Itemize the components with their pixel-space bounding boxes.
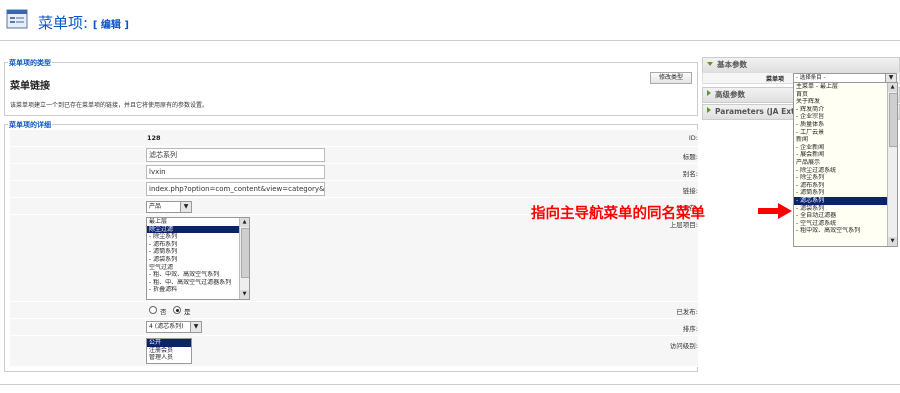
collapsed-arrow-icon	[707, 90, 711, 96]
scroll-up-icon[interactable]: ▲	[240, 218, 249, 227]
list-option[interactable]: - 滤布系列	[147, 241, 239, 249]
menu-select[interactable]: 产品 ▼	[146, 201, 192, 213]
title-row: 标题:	[10, 147, 698, 164]
list-option[interactable]: - 除尘系列	[794, 174, 887, 182]
chevron-down-icon[interactable]: ▼	[180, 202, 191, 212]
scroll-thumb[interactable]	[241, 228, 249, 278]
annotation-text: 指向主导航菜单的同名菜单	[531, 206, 705, 222]
list-option[interactable]: 公开	[147, 339, 191, 347]
list-option[interactable]: 除尘过滤	[147, 225, 239, 234]
list-option[interactable]: 空气过滤	[147, 264, 239, 272]
list-option[interactable]: - 辉发简介	[794, 106, 887, 114]
list-option[interactable]: - 企业宗旨	[794, 113, 887, 121]
published-no-radio[interactable]	[149, 306, 157, 314]
list-option[interactable]: - 滤芯系列	[794, 196, 887, 205]
menu-type-heading: 菜单链接	[10, 81, 50, 92]
id-row: ID:	[10, 130, 698, 147]
list-option[interactable]: - 滤布系列	[794, 182, 887, 190]
chevron-down-icon[interactable]: ▼	[190, 322, 201, 332]
page-title: 菜单项: [ 编辑 ]	[38, 12, 129, 33]
scroll-down-icon[interactable]: ▼	[240, 290, 249, 299]
page-title-text: 菜单项:	[38, 14, 89, 32]
published-row: 已发布:	[10, 302, 698, 319]
scroll-down-icon[interactable]: ▼	[888, 237, 897, 246]
list-option[interactable]: - 滤袋系列	[794, 205, 887, 213]
ja-params-title: Parameters (JA Exte	[715, 107, 800, 116]
scroll-up-icon[interactable]: ▲	[888, 83, 897, 92]
change-type-button[interactable]: 修改类型	[650, 72, 692, 84]
parent-item-listbox[interactable]: ▲ ▼ 最上层 除尘过滤 - 除尘系列 - 滤布系列 - 滤筒系列 - 滤袋系列 空气过滤 -…	[146, 217, 250, 300]
published-no-label: 否	[160, 308, 167, 316]
list-option[interactable]: 注册会员	[147, 347, 191, 355]
id-value: 128	[147, 134, 161, 142]
order-row: 排序:	[10, 319, 698, 336]
list-option[interactable]: - 除尘系列	[147, 233, 239, 241]
list-option[interactable]: - 粗、中、高效空气过滤器系列	[147, 279, 239, 287]
list-option[interactable]: 管理人员	[147, 354, 191, 362]
parent-row: 上层项目:	[10, 215, 698, 302]
dropdown-scrollbar[interactable]: ▲ ▼	[887, 83, 897, 246]
list-option[interactable]: - 粗中效、高效空气系列	[794, 227, 887, 235]
link-label: 链接:	[682, 187, 698, 195]
alias-label: 别名:	[682, 170, 698, 178]
list-option[interactable]: 关于辉发	[794, 98, 887, 106]
list-option[interactable]: - 除尘过滤系统	[794, 167, 887, 175]
scroll-thumb[interactable]	[889, 93, 897, 147]
menu-manager-icon	[6, 9, 28, 29]
order-label: 排序:	[682, 325, 698, 333]
footer-divider	[0, 384, 900, 385]
basic-params-panel-header[interactable]: 基本参数	[702, 57, 900, 73]
chevron-down-icon[interactable]: ▼	[885, 74, 896, 82]
menu-item-select-value: - 选择条目 -	[796, 75, 826, 81]
advanced-params-title: 高级参数	[715, 90, 745, 99]
list-option[interactable]: - 粗、中效、高效空气系列	[147, 271, 239, 279]
page-header: 菜单项: [ 编辑 ]	[0, 0, 900, 41]
list-option[interactable]: 主菜单 - 最上层	[794, 83, 887, 91]
link-input[interactable]: index.php?option=com_content&view=catego…	[146, 182, 325, 196]
list-option[interactable]: - 折叠滤料	[147, 286, 239, 294]
published-label: 已发布:	[676, 308, 698, 316]
list-option[interactable]: - 滤筒系列	[794, 189, 887, 197]
access-label: 访问级别:	[669, 342, 698, 350]
list-option[interactable]: - 滤袋系列	[147, 256, 239, 264]
menu-item-param-label: 菜单项	[766, 76, 785, 83]
alias-row: 别名:	[10, 164, 698, 181]
collapsed-arrow-icon	[707, 107, 711, 113]
list-option[interactable]: 首页	[794, 91, 887, 99]
access-row: 访问级别:	[10, 336, 698, 367]
list-option[interactable]: - 工厂云景	[794, 129, 887, 137]
alias-input[interactable]: lvxin	[146, 165, 325, 179]
list-option[interactable]: 新闻	[794, 136, 887, 144]
published-yes-label: 是	[184, 308, 191, 316]
list-option[interactable]: 产品展示	[794, 159, 887, 167]
access-level-listbox[interactable]: 公开 注册会员 管理人员	[146, 338, 192, 364]
page-subtitle: [ 编辑 ]	[92, 20, 129, 31]
menu-item-dropdown-list[interactable]: ▲ ▼ 主菜单 - 最上层 首页 关于辉发 - 辉发简介 - 企业宗旨 - 质量体系 - 工…	[793, 82, 898, 247]
id-label: ID:	[688, 134, 698, 142]
menu-details-legend: 菜单项的详细	[8, 120, 52, 130]
link-row: 链接:	[10, 181, 698, 198]
order-select-value: 4 (滤芯系列)	[149, 323, 184, 330]
parent-list-scrollbar[interactable]: ▲ ▼	[239, 218, 249, 299]
list-option[interactable]: - 滤筒系列	[147, 248, 239, 256]
basic-params-title: 基本参数	[717, 60, 747, 69]
list-option[interactable]: - 全自动过滤器	[794, 212, 887, 220]
annotation-arrow-icon	[758, 203, 792, 219]
list-option[interactable]: 最上层	[147, 218, 239, 226]
list-option[interactable]: - 展会新闻	[794, 151, 887, 159]
expanded-arrow-icon	[707, 62, 713, 66]
menu-type-description: 该菜单项建立一个到已存在菜单项的链接，并且它将使用原有的参数设置。	[10, 102, 209, 109]
title-label: 标题:	[682, 153, 698, 161]
menu-select-value: 产品	[149, 203, 162, 210]
list-option[interactable]: - 质量体系	[794, 121, 887, 129]
title-input[interactable]: 滤芯系列	[146, 148, 325, 162]
published-yes-radio[interactable]	[173, 306, 181, 314]
list-option[interactable]: - 空气过滤系统	[794, 220, 887, 228]
list-option[interactable]: - 企业新闻	[794, 144, 887, 152]
menu-type-legend: 菜单项的类型	[8, 58, 52, 68]
order-select[interactable]: 4 (滤芯系列) ▼	[146, 321, 202, 333]
